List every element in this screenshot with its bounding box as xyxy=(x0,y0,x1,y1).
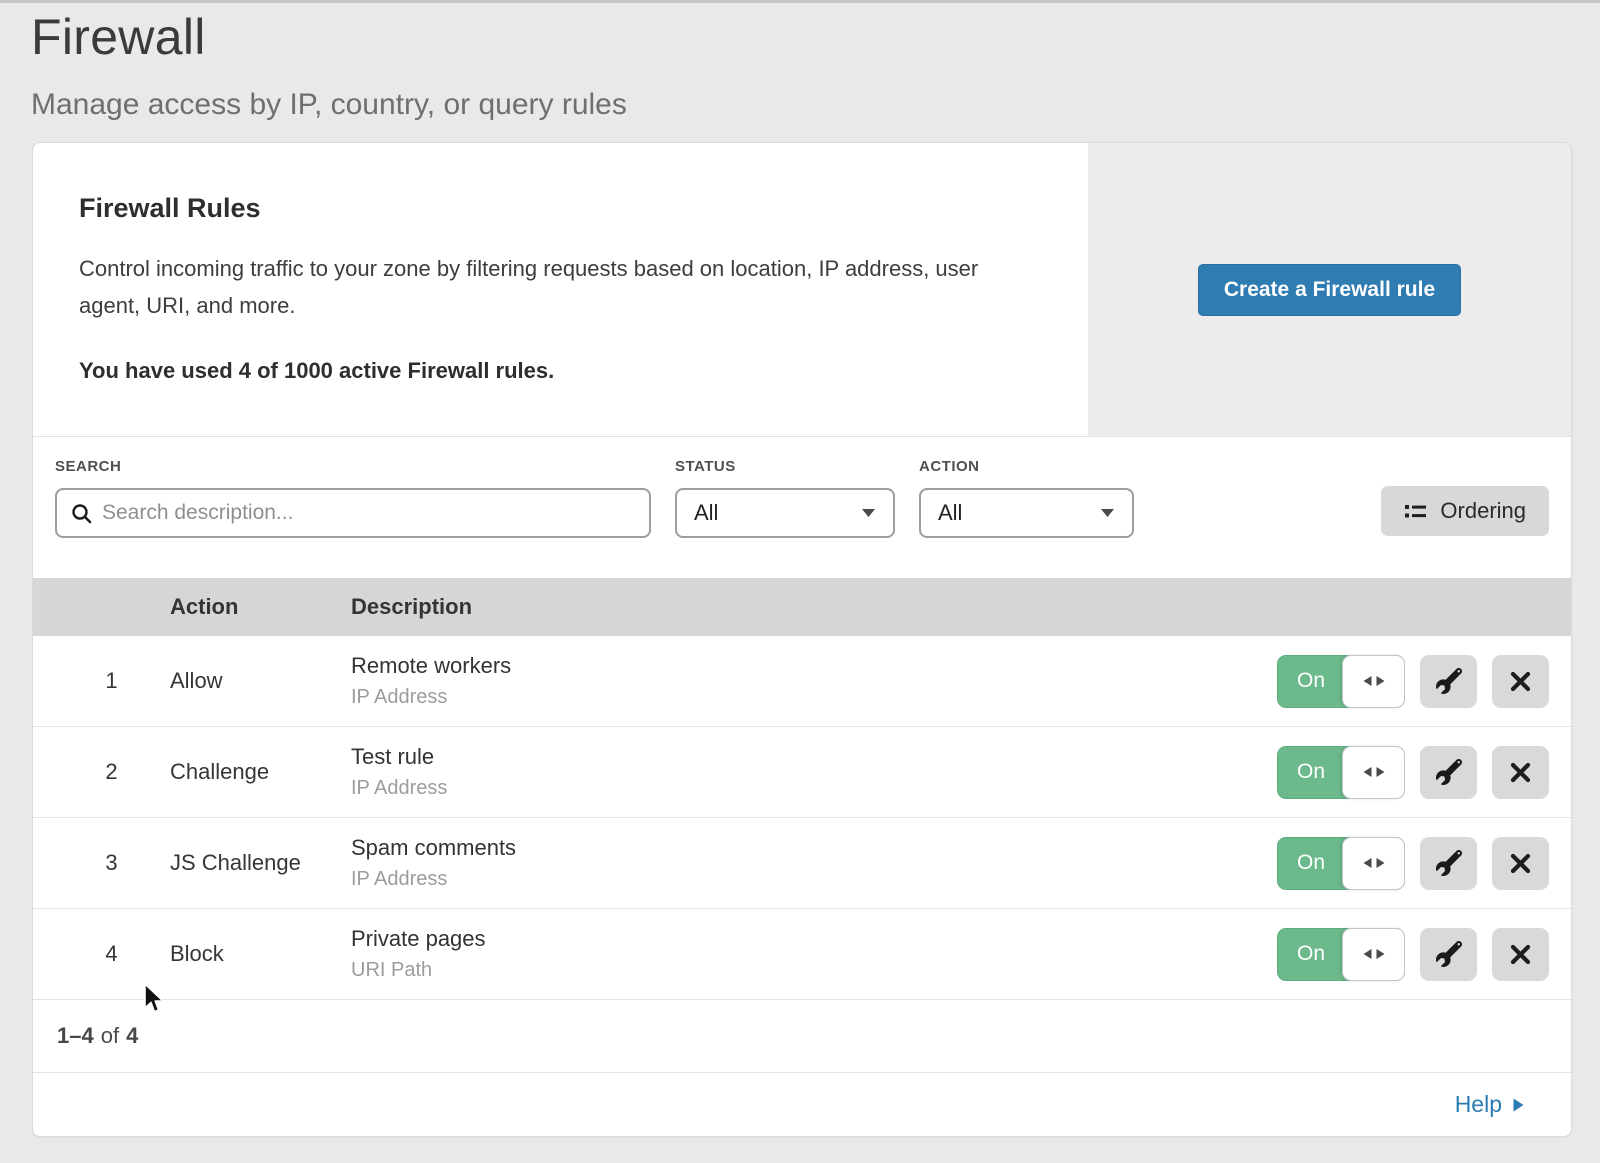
rule-description: Private pages xyxy=(351,926,1277,952)
rule-description: Remote workers xyxy=(351,653,1277,679)
rule-description-cell: Spam comments IP Address xyxy=(351,835,1277,891)
window-top-edge xyxy=(0,0,1600,3)
card-footer: Help xyxy=(33,1072,1571,1136)
chevron-down-icon xyxy=(1100,508,1115,518)
action-label: ACTION xyxy=(919,458,1134,475)
edit-rule-button[interactable] xyxy=(1420,655,1477,708)
rule-action: Allow xyxy=(170,668,351,694)
rule-controls: On xyxy=(1277,746,1571,799)
filter-bar: SEARCH STATUS All ACTION All xyxy=(33,437,1571,578)
left-right-arrows-icon xyxy=(1361,947,1387,961)
rule-enabled-toggle[interactable]: On xyxy=(1277,746,1405,799)
rule-description-cell: Private pages URI Path xyxy=(351,926,1277,982)
rule-controls: On xyxy=(1277,928,1571,981)
wrench-icon xyxy=(1436,850,1462,876)
table-row: 2 Challenge Test rule IP Address On xyxy=(33,727,1571,818)
rule-action: Block xyxy=(170,941,351,967)
column-header-action: Action xyxy=(170,594,351,620)
chevron-down-icon xyxy=(861,508,876,518)
action-select[interactable]: All xyxy=(919,488,1134,538)
card-header-text: Firewall Rules Control incoming traffic … xyxy=(33,143,1088,436)
toggle-handle[interactable] xyxy=(1342,746,1405,799)
search-input[interactable] xyxy=(102,501,636,525)
toggle-handle[interactable] xyxy=(1342,928,1405,981)
wrench-icon xyxy=(1436,941,1462,967)
rule-description: Test rule xyxy=(351,744,1277,770)
wrench-icon xyxy=(1436,759,1462,785)
usage-summary: You have used 4 of 1000 active Firewall … xyxy=(79,358,1040,384)
left-right-arrows-icon xyxy=(1361,765,1387,779)
card-header-panel: Create a Firewall rule xyxy=(1088,143,1571,436)
table-header: Action Description xyxy=(33,578,1571,636)
status-select[interactable]: All xyxy=(675,488,895,538)
list-icon xyxy=(1404,502,1427,521)
rule-priority: 2 xyxy=(33,759,170,785)
pagination-of: of xyxy=(101,1023,119,1049)
action-filter-group: ACTION All xyxy=(919,458,1134,578)
create-firewall-rule-button[interactable]: Create a Firewall rule xyxy=(1198,264,1461,316)
toggle-handle[interactable] xyxy=(1342,655,1405,708)
rule-enabled-toggle[interactable]: On xyxy=(1277,837,1405,890)
rule-description-cell: Remote workers IP Address xyxy=(351,653,1277,709)
triangle-right-icon xyxy=(1512,1097,1525,1113)
left-right-arrows-icon xyxy=(1361,856,1387,870)
table-row: 3 JS Challenge Spam comments IP Address … xyxy=(33,818,1571,909)
page-subtitle: Manage access by IP, country, or query r… xyxy=(31,88,627,122)
edit-rule-button[interactable] xyxy=(1420,837,1477,890)
rule-match-type: URI Path xyxy=(351,959,1277,982)
page-title: Firewall xyxy=(31,8,627,66)
help-link[interactable]: Help xyxy=(1455,1091,1525,1118)
pagination: 1–4 of 4 xyxy=(33,1000,1571,1072)
status-label: STATUS xyxy=(675,458,895,475)
search-label: SEARCH xyxy=(55,458,651,475)
table-row: 4 Block Private pages URI Path On xyxy=(33,909,1571,1000)
left-right-arrows-icon xyxy=(1361,674,1387,688)
edit-rule-button[interactable] xyxy=(1420,746,1477,799)
rule-priority: 3 xyxy=(33,850,170,876)
page-header: Firewall Manage access by IP, country, o… xyxy=(31,8,627,122)
ordering-button-label: Ordering xyxy=(1440,498,1526,524)
close-icon xyxy=(1509,852,1532,875)
pagination-total: 4 xyxy=(126,1023,138,1049)
rule-enabled-toggle[interactable]: On xyxy=(1277,928,1405,981)
delete-rule-button[interactable] xyxy=(1492,837,1549,890)
rule-description-cell: Test rule IP Address xyxy=(351,744,1277,800)
rule-description: Spam comments xyxy=(351,835,1277,861)
rule-match-type: IP Address xyxy=(351,686,1277,709)
rule-enabled-toggle[interactable]: On xyxy=(1277,655,1405,708)
ordering-button[interactable]: Ordering xyxy=(1381,486,1549,536)
firewall-rules-card: Firewall Rules Control incoming traffic … xyxy=(33,143,1571,1136)
status-selected-value: All xyxy=(694,500,718,526)
status-filter-group: STATUS All xyxy=(675,458,895,578)
wrench-icon xyxy=(1436,668,1462,694)
close-icon xyxy=(1509,943,1532,966)
column-header-description: Description xyxy=(351,594,1571,620)
rule-priority: 1 xyxy=(33,668,170,694)
delete-rule-button[interactable] xyxy=(1492,655,1549,708)
card-title: Firewall Rules xyxy=(79,193,1040,224)
rule-match-type: IP Address xyxy=(351,777,1277,800)
rule-controls: On xyxy=(1277,655,1571,708)
help-link-label: Help xyxy=(1455,1091,1502,1118)
search-box[interactable] xyxy=(55,488,651,538)
action-selected-value: All xyxy=(938,500,962,526)
search-filter-group: SEARCH xyxy=(55,458,651,578)
table-row: 1 Allow Remote workers IP Address On xyxy=(33,636,1571,727)
card-header: Firewall Rules Control incoming traffic … xyxy=(33,143,1571,437)
toggle-handle[interactable] xyxy=(1342,837,1405,890)
rule-match-type: IP Address xyxy=(351,868,1277,891)
card-description: Control incoming traffic to your zone by… xyxy=(79,250,1024,324)
rule-controls: On xyxy=(1277,837,1571,890)
rule-action: JS Challenge xyxy=(170,850,351,876)
delete-rule-button[interactable] xyxy=(1492,746,1549,799)
search-icon xyxy=(70,502,93,525)
pagination-range: 1–4 xyxy=(57,1023,94,1049)
close-icon xyxy=(1509,670,1532,693)
rule-priority: 4 xyxy=(33,941,170,967)
edit-rule-button[interactable] xyxy=(1420,928,1477,981)
rule-action: Challenge xyxy=(170,759,351,785)
delete-rule-button[interactable] xyxy=(1492,928,1549,981)
close-icon xyxy=(1509,761,1532,784)
